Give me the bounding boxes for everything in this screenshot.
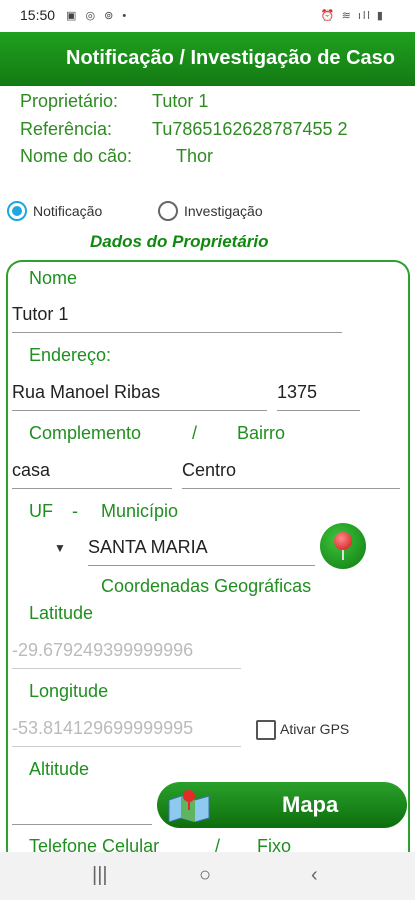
latitude-label: Latitude <box>29 603 94 623</box>
page-title: Notificação / Investigação de Caso <box>66 47 395 69</box>
dog-name-value: Thor <box>176 146 214 166</box>
coordinates-label: Coordenadas Geográficas <box>101 576 312 596</box>
radio-investigacao-label[interactable]: Investigação <box>184 203 263 219</box>
altitude-label: Altitude <box>29 759 90 779</box>
municipality-label: Município <box>101 501 179 521</box>
longitude-field[interactable]: -53.814129699999995 <box>12 718 241 747</box>
reference-value: Tu7865162628787455 2 <box>152 119 348 139</box>
notification-icons: ▣ ◎ ⊚ • <box>66 10 130 22</box>
recent-apps-icon[interactable]: ||| <box>92 864 108 887</box>
app-bar: Notificação / Investigação de Caso <box>0 32 415 86</box>
dog-name-label: Nome do cão: <box>20 146 133 166</box>
latitude-field[interactable]: -29.679249399999996 <box>12 640 241 669</box>
neighborhood-field[interactable]: Centro <box>182 460 400 489</box>
reference-label: Referência: <box>20 119 113 139</box>
map-icon <box>168 790 210 822</box>
gps-checkbox[interactable] <box>256 720 276 740</box>
complement-label: Complemento <box>29 423 142 443</box>
uf-label: UF <box>29 501 53 521</box>
name-field[interactable]: Tutor 1 <box>12 304 342 333</box>
altitude-field[interactable] <box>12 796 152 825</box>
section-title: Dados do Proprietário <box>90 232 269 251</box>
system-icons: ⏰ ≋ ıll ▮ <box>320 10 385 22</box>
map-button-label: Mapa <box>282 792 339 817</box>
street-field[interactable]: Rua Manoel Ribas <box>12 382 267 411</box>
map-button[interactable]: Mapa <box>157 782 407 828</box>
gps-label[interactable]: Ativar GPS <box>280 721 349 737</box>
uf-separator: - <box>72 501 78 521</box>
complement-separator: / <box>192 423 198 443</box>
home-icon[interactable]: ○ <box>199 864 211 887</box>
map-pin-icon[interactable] <box>320 523 366 569</box>
complement-field[interactable]: casa <box>12 460 172 489</box>
dropdown-arrow-icon[interactable]: ▼ <box>54 541 66 555</box>
number-field[interactable]: 1375 <box>277 382 360 411</box>
radio-notificacao[interactable] <box>7 201 27 221</box>
longitude-label: Longitude <box>29 681 109 701</box>
owner-label: Proprietário: <box>20 91 119 111</box>
address-label: Endereço: <box>29 345 112 365</box>
municipality-field[interactable]: SANTA MARIA <box>88 537 315 566</box>
status-time: 15:50 <box>20 7 56 23</box>
nav-bar: ||| ○ ‹ <box>0 852 415 900</box>
name-label: Nome <box>29 268 78 288</box>
owner-value: Tutor 1 <box>152 91 209 111</box>
neighborhood-label: Bairro <box>237 423 286 443</box>
status-bar: 15:50 ▣ ◎ ⊚ • ⏰ ≋ ıll ▮ <box>0 0 415 32</box>
radio-notificacao-label[interactable]: Notificação <box>33 203 102 219</box>
radio-investigacao[interactable] <box>158 201 178 221</box>
back-icon[interactable]: ‹ <box>311 864 318 887</box>
